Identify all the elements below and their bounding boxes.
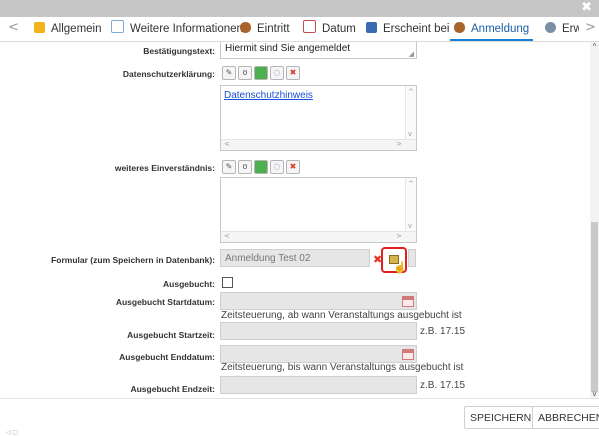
formular-value: Anmeldung Test 02 (225, 253, 311, 264)
scroll-right-icon[interactable]: > (396, 140, 402, 148)
scroll-up-icon[interactable]: ^ (408, 88, 414, 96)
tab-weitere-informationen[interactable]: Weitere Informationen (111, 17, 243, 41)
calendar-icon[interactable] (402, 349, 414, 360)
endzeit-field[interactable] (220, 376, 417, 394)
delete-icon[interactable]: ✖ (286, 160, 300, 174)
source-icon[interactable]: ʊ (238, 66, 252, 80)
select-formular-button[interactable]: ☝ (381, 247, 407, 274)
scroll-up-icon[interactable]: ^ (590, 42, 599, 51)
startzeit-hint: z.B. 17.15 (420, 326, 466, 337)
dialog-titlebar: ✖ (0, 0, 599, 17)
comment-icon[interactable]: ◌ (270, 66, 284, 80)
datenschutz-label: Datenschutzerklärung: (122, 69, 215, 79)
document-icon (111, 20, 124, 33)
ausgebucht-label: Ausgebucht: (163, 279, 215, 289)
tab-datum[interactable]: Datum (303, 17, 356, 41)
formular-label: Formular (zum Speichern in Datenbank): (51, 255, 215, 265)
tab-label: Erwe (562, 23, 579, 35)
datenschutz-link[interactable]: Datenschutzhinweis (224, 90, 313, 101)
enddatum-label: Ausgebucht Enddatum: (119, 352, 215, 362)
people-icon (454, 22, 465, 33)
dialog-footer: ◁ ▢ SPEICHERN ABBRECHEN (0, 398, 599, 436)
form-content: Bestätigungstext: Hiermit sind Sie angem… (0, 42, 590, 398)
ausgebucht-checkbox[interactable] (222, 277, 233, 288)
edit-icon[interactable]: ✎ (222, 66, 236, 80)
tab-allgemein[interactable]: Allgemein (34, 17, 102, 41)
datenschutz-editor[interactable]: Datenschutzhinweis ^ v < > (220, 85, 417, 151)
tab-scroll-right-icon[interactable]: > (585, 20, 596, 35)
tab-label: Eintritt (257, 23, 290, 35)
tab-label: Weitere Informationen (130, 23, 243, 35)
scroll-left-icon[interactable]: < (224, 140, 230, 148)
tab-anmeldung[interactable]: Anmeldung (450, 17, 534, 41)
edit-icon[interactable]: ✎ (222, 160, 236, 174)
einverstaendnis-label: weiteres Einverständnis: (114, 163, 215, 173)
tab-label: Allgemein (51, 23, 102, 35)
comment-icon[interactable]: ◌ (270, 160, 284, 174)
startdatum-hint: Zeitsteuerung, ab wann Veranstaltungs au… (221, 310, 462, 321)
tab-bar: < Allgemein Weitere Informationen Eintri… (0, 17, 599, 42)
tab-label: Anmeldung (471, 23, 530, 35)
pointer-cursor-icon: ☝ (393, 262, 407, 274)
scroll-right-icon[interactable]: > (396, 232, 402, 240)
main-scrollbar[interactable]: ^ v (590, 42, 599, 398)
tab-eintritt[interactable]: Eintritt (240, 17, 290, 41)
calendar-icon (303, 20, 316, 33)
bestaetigung-value: Hiermit sind Sie angemeldet (225, 43, 351, 54)
editor-horizontal-scrollbar[interactable]: < > (221, 231, 416, 242)
startdatum-field[interactable] (220, 292, 417, 310)
enddatum-field[interactable] (220, 345, 417, 363)
scroll-up-icon[interactable]: ^ (408, 180, 414, 188)
resize-handle-icon[interactable]: ◢ (409, 50, 414, 58)
people-icon (240, 22, 251, 33)
enddatum-hint: Zeitsteuerung, bis wann Veranstaltungs a… (221, 362, 464, 373)
scroll-left-icon[interactable]: < (224, 232, 230, 240)
endzeit-label: Ausgebucht Endzeit: (130, 384, 215, 394)
scrollbar-thumb[interactable] (591, 222, 598, 392)
endzeit-hint: z.B. 17.15 (420, 380, 466, 391)
startdatum-label: Ausgebucht Startdatum: (115, 297, 215, 307)
save-button[interactable]: SPEICHERN (464, 406, 538, 429)
startzeit-field[interactable] (220, 322, 417, 340)
cancel-button[interactable]: ABBRECHEN (532, 406, 599, 429)
formular-field[interactable]: Anmeldung Test 02 (220, 249, 370, 267)
scroll-down-icon[interactable]: v (408, 222, 412, 230)
tab-scroll-left-icon[interactable]: < (8, 20, 19, 35)
tab-label: Datum (322, 23, 356, 35)
calendar-icon[interactable] (402, 296, 414, 307)
chart-icon (366, 22, 377, 33)
scroll-down-icon[interactable]: v (590, 389, 599, 398)
einverstaendnis-editor[interactable]: ^ v < > (220, 177, 417, 243)
tab-erweitert[interactable]: Erwe (545, 17, 579, 41)
delete-icon[interactable]: ✖ (286, 66, 300, 80)
bestaetigung-label: Bestätigungstext: (143, 46, 215, 56)
tab-label: Erscheint bei (383, 23, 450, 35)
close-icon[interactable]: ✖ (581, 1, 592, 15)
startzeit-label: Ausgebucht Startzeit: (127, 330, 215, 340)
scroll-down-icon[interactable]: v (408, 130, 412, 138)
editor-horizontal-scrollbar[interactable]: < > (221, 139, 416, 150)
tab-erscheint-bei[interactable]: Erscheint bei (366, 17, 449, 41)
folder-icon (34, 22, 45, 33)
formular-extra-button[interactable] (408, 249, 416, 267)
extension-icon (545, 22, 556, 33)
color-icon[interactable] (254, 160, 268, 174)
color-icon[interactable] (254, 66, 268, 80)
bestaetigung-textarea[interactable]: Hiermit sind Sie angemeldet ◢ (220, 42, 417, 59)
source-icon[interactable]: ʊ (238, 160, 252, 174)
